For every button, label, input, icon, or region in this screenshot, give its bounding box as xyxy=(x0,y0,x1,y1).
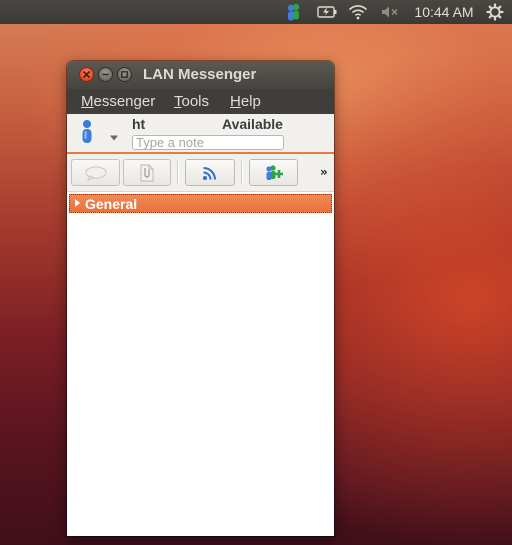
chevron-down-icon xyxy=(110,135,118,141)
toolbar-separator xyxy=(177,161,179,184)
send-file-button[interactable] xyxy=(123,159,171,186)
file-transfer-icon xyxy=(140,164,154,181)
window-title: LAN Messenger xyxy=(143,66,257,83)
user-name: ht xyxy=(132,116,146,132)
add-contact-button[interactable] xyxy=(249,159,298,186)
menu-messenger-label: essenger xyxy=(93,93,156,110)
wifi-icon[interactable] xyxy=(346,0,370,24)
menu-help[interactable]: Help xyxy=(230,93,261,110)
close-button[interactable] xyxy=(79,67,94,82)
maximize-button[interactable] xyxy=(117,67,132,82)
menu-bar: Messenger Tools Help xyxy=(67,89,334,114)
menu-messenger-mnemonic: M xyxy=(81,93,94,110)
add-contact-icon xyxy=(265,164,283,180)
top-panel: 10:44 AM xyxy=(0,0,512,24)
toolbar-overflow-button[interactable]: » xyxy=(320,165,328,179)
broadcast-icon xyxy=(203,166,216,180)
lan-messenger-tray-icon[interactable] xyxy=(283,0,305,24)
chat-button[interactable] xyxy=(71,159,120,186)
menu-help-label: elp xyxy=(240,93,261,110)
user-status-area: ht Available xyxy=(67,114,334,154)
chat-icon xyxy=(85,166,106,181)
toolbar: » xyxy=(67,154,334,192)
close-icon xyxy=(82,70,91,79)
user-avatar-icon xyxy=(82,120,92,143)
group-label: General xyxy=(85,196,138,212)
menu-messenger[interactable]: Messenger xyxy=(81,93,155,110)
group-row-general[interactable]: General xyxy=(69,194,332,213)
clock-label: 10:44 AM xyxy=(414,4,474,20)
menu-tools-mnemonic: T xyxy=(174,93,182,110)
expand-arrow-icon[interactable] xyxy=(75,199,80,207)
user-status[interactable]: Available xyxy=(222,116,283,132)
minimize-icon xyxy=(102,73,109,76)
settings-gear-icon[interactable] xyxy=(484,0,506,24)
status-dropdown[interactable] xyxy=(109,127,119,141)
menu-tools-label: ools xyxy=(181,93,210,110)
menu-help-mnemonic: H xyxy=(230,93,241,110)
volume-muted-icon[interactable] xyxy=(379,0,401,24)
contact-list: General xyxy=(67,192,334,536)
clock[interactable]: 10:44 AM xyxy=(408,0,480,24)
battery-icon[interactable] xyxy=(315,0,339,24)
lan-messenger-window: LAN Messenger Messenger Tools Help ht Av… xyxy=(67,61,334,536)
minimize-button[interactable] xyxy=(98,67,113,82)
menu-tools[interactable]: Tools xyxy=(174,93,209,110)
maximize-icon xyxy=(121,71,128,78)
window-titlebar[interactable]: LAN Messenger xyxy=(67,61,334,89)
user-avatar[interactable] xyxy=(77,119,97,145)
toolbar-separator xyxy=(241,161,243,184)
broadcast-button[interactable] xyxy=(185,159,235,186)
note-input[interactable] xyxy=(132,135,284,150)
